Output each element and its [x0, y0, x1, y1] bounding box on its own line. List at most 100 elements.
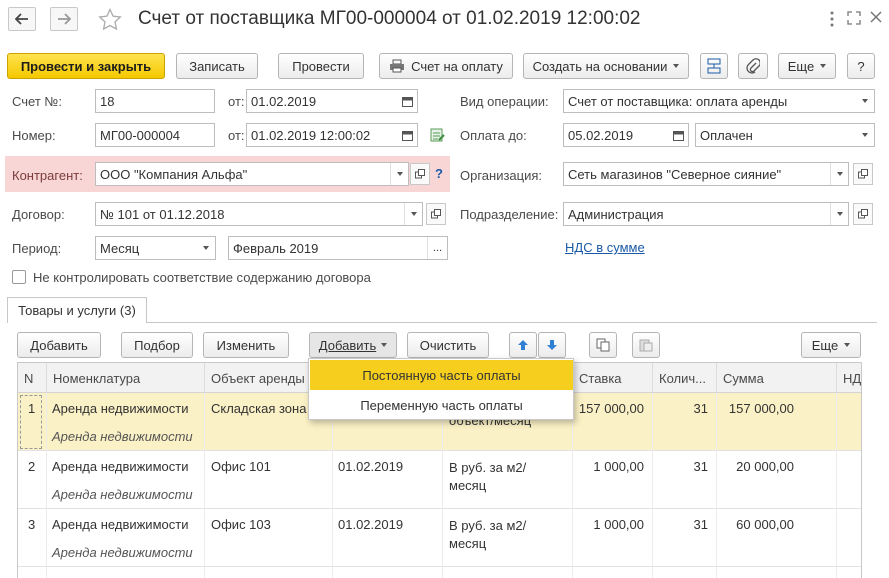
- contract-label: Договор:: [12, 207, 65, 222]
- column-divider: [332, 393, 333, 578]
- dropdown-arrow-icon[interactable]: [830, 203, 848, 225]
- edit-number-icon[interactable]: [430, 127, 446, 146]
- open-org-button[interactable]: [853, 163, 873, 185]
- col-vat[interactable]: НДС: [836, 363, 861, 393]
- table-row[interactable]: 3 Аренда недвижимости Аренда недвижимост…: [18, 509, 861, 567]
- vertical-dots-icon: [830, 11, 834, 27]
- dropdown-arrow-icon[interactable]: [856, 90, 874, 112]
- counterparty-label: Контрагент:: [12, 168, 83, 183]
- pay-until-field[interactable]: 05.02.2019: [563, 123, 689, 147]
- paste-rows-button[interactable]: [632, 332, 660, 358]
- row-item-sub: Аренда недвижимости: [52, 545, 193, 560]
- table-more-label: Еще: [811, 337, 839, 353]
- post-button[interactable]: Провести: [278, 53, 364, 79]
- forward-button[interactable]: [50, 7, 78, 31]
- table-clear-button[interactable]: Очистить: [407, 332, 489, 358]
- col-n[interactable]: N: [18, 363, 46, 393]
- contract-field[interactable]: № 101 от 01.12.2018: [95, 202, 423, 226]
- menu-item-fixed-payment[interactable]: Постоянную часть оплаты: [310, 360, 573, 390]
- op-type-label: Вид операции:: [460, 94, 549, 109]
- table-add-menu-button[interactable]: Добавить: [309, 332, 397, 358]
- open-contract-button[interactable]: [426, 203, 446, 225]
- dropdown-arrow-icon[interactable]: [830, 163, 848, 185]
- col-nomenclature[interactable]: Номенклатура: [46, 363, 204, 393]
- table-pick-button[interactable]: Подбор: [121, 332, 193, 358]
- dept-field[interactable]: Администрация: [563, 202, 849, 226]
- nocontrol-checkbox[interactable]: [12, 270, 26, 284]
- dropdown-arrow-icon[interactable]: [404, 203, 422, 225]
- tab-goods-services[interactable]: Товары и услуги (3): [7, 297, 147, 323]
- table-edit-button[interactable]: Изменить: [203, 332, 289, 358]
- row-date: 01.02.2019: [338, 459, 404, 474]
- maximize-button[interactable]: [847, 11, 861, 28]
- copy-rows-button[interactable]: [589, 332, 617, 358]
- table-row[interactable]: 2 Аренда недвижимости Аренда недвижимост…: [18, 451, 861, 509]
- more-actions-icon[interactable]: [829, 11, 835, 30]
- counterparty-help[interactable]: ?: [435, 166, 443, 181]
- close-button[interactable]: [870, 11, 882, 26]
- row-number: 2: [28, 459, 36, 474]
- paste-icon: [639, 339, 653, 352]
- move-up-button[interactable]: [509, 332, 537, 358]
- post-and-close-button[interactable]: Провести и закрыть: [7, 53, 165, 79]
- row-item: Аренда недвижимости: [52, 401, 189, 416]
- number-field[interactable]: МГ00-000004: [95, 123, 215, 147]
- back-button[interactable]: [8, 7, 36, 31]
- vat-link[interactable]: НДС в сумме: [565, 240, 645, 255]
- dropdown-arrow-icon[interactable]: [197, 237, 215, 259]
- calendar-icon[interactable]: [402, 130, 413, 141]
- menu-item-variable-payment[interactable]: Переменную часть оплаты: [310, 390, 573, 420]
- open-dept-button[interactable]: [853, 203, 873, 225]
- structure-button[interactable]: [700, 53, 728, 79]
- number-label: Номер:: [12, 128, 56, 143]
- row-item-sub: Аренда недвижимости: [52, 429, 193, 444]
- invoice-date-field[interactable]: 01.02.2019: [246, 89, 418, 113]
- dropdown-arrow-icon[interactable]: [856, 124, 874, 146]
- tab-divider: [147, 322, 877, 323]
- arrow-right-icon: [58, 13, 71, 25]
- invoice-no-field[interactable]: 18: [95, 89, 215, 113]
- favorite-star[interactable]: [98, 7, 122, 33]
- invoice-date-label: от:: [228, 94, 245, 109]
- col-qty[interactable]: Колич...: [652, 363, 716, 393]
- row-object: Офис 103: [211, 517, 271, 532]
- counterparty-field[interactable]: ООО "Компания Альфа": [95, 162, 409, 186]
- doc-datetime-field[interactable]: 01.02.2019 12:00:02: [246, 123, 418, 147]
- more-button[interactable]: Еще: [778, 53, 836, 79]
- op-type-field[interactable]: Счет от поставщика: оплата аренды: [563, 89, 875, 113]
- create-based-on-button[interactable]: Создать на основании: [523, 53, 689, 79]
- row-number: 1: [28, 401, 36, 416]
- move-down-button[interactable]: [538, 332, 566, 358]
- org-field[interactable]: Сеть магазинов "Северное сияние": [563, 162, 849, 186]
- calendar-icon[interactable]: [402, 96, 413, 107]
- copy-icon: [596, 338, 610, 352]
- open-counterparty-button[interactable]: [410, 163, 430, 185]
- arrow-left-icon: [15, 13, 28, 25]
- row-rate: 1 000,00: [593, 517, 644, 532]
- help-button[interactable]: ?: [847, 53, 875, 79]
- create-based-on-label: Создать на основании: [532, 58, 668, 74]
- col-sum[interactable]: Сумма: [716, 363, 836, 393]
- pay-status-field[interactable]: Оплачен: [695, 123, 875, 147]
- period-type-field[interactable]: Месяц: [95, 236, 216, 260]
- row-item: Аренда недвижимости: [52, 459, 189, 474]
- row-sum: 60 000,00: [736, 517, 794, 532]
- row-object: Офис 101: [211, 459, 271, 474]
- column-divider: [716, 393, 717, 578]
- dropdown-arrow-icon[interactable]: [390, 163, 408, 185]
- table-more-button[interactable]: Еще: [801, 332, 861, 358]
- pay-invoice-button[interactable]: Счет на оплату: [379, 53, 513, 79]
- row-number: 3: [28, 517, 36, 532]
- period-value-field[interactable]: Февраль 2019 ...: [228, 236, 448, 260]
- save-button[interactable]: Записать: [176, 53, 258, 79]
- col-rate[interactable]: Ставка: [572, 363, 652, 393]
- more-label: Еще: [787, 58, 815, 74]
- period-label: Период:: [12, 241, 62, 256]
- table-add-button[interactable]: Добавить: [17, 332, 101, 358]
- pay-invoice-label: Счет на оплату: [411, 58, 503, 74]
- row-unit: В руб. за м2/месяц: [449, 460, 527, 493]
- calendar-icon[interactable]: [673, 130, 684, 141]
- column-divider: [204, 393, 205, 578]
- attach-button[interactable]: [738, 53, 768, 79]
- period-more-button[interactable]: ...: [427, 237, 447, 259]
